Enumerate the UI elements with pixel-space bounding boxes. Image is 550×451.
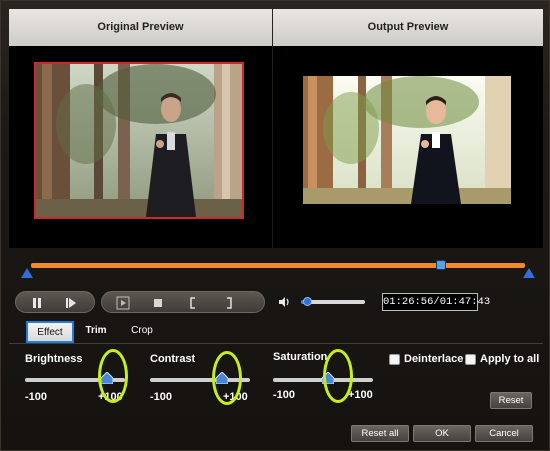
reset-all-button[interactable]: Reset all (351, 425, 409, 442)
saturation-min-label: -100 (273, 389, 296, 401)
stop-icon (154, 299, 162, 307)
set-start-button[interactable] (186, 296, 200, 310)
output-preview-header: Output Preview (273, 9, 543, 46)
stop-button[interactable] (151, 296, 165, 310)
deinterlace-label: Deinterlace (404, 353, 464, 365)
speaker-icon (279, 297, 289, 307)
trim-start-marker[interactable] (21, 268, 33, 278)
brightness-min-label: -100 (25, 391, 48, 403)
apply-to-all-checkbox[interactable] (465, 354, 476, 365)
step-forward-icon (66, 298, 76, 308)
effect-editor-window: Original Preview Output Preview 01:26:56… (0, 0, 550, 451)
pause-icon (33, 298, 41, 308)
timeline[interactable] (9, 253, 543, 281)
trim-end-marker[interactable] (523, 268, 535, 278)
original-preview-title: Original Preview (97, 21, 184, 33)
volume-slider-knob[interactable] (303, 297, 313, 306)
ok-button[interactable]: OK (413, 425, 471, 442)
bracket-right-icon (227, 297, 232, 309)
play-framed-icon (116, 296, 130, 310)
step-forward-button[interactable] (64, 296, 78, 310)
bracket-left-icon (190, 297, 195, 309)
highlight-circle-brightness (98, 349, 128, 403)
timeline-track[interactable] (31, 263, 525, 268)
contrast-min-label: -100 (150, 391, 173, 403)
preview-frame-button[interactable] (116, 296, 130, 310)
output-video-frame (303, 62, 511, 218)
timeline-playhead[interactable] (436, 260, 447, 270)
original-preview-pane (9, 46, 272, 248)
tab-crop[interactable]: Crop (125, 321, 159, 343)
output-preview-title: Output Preview (367, 21, 449, 33)
saturation-label: Saturation (273, 351, 328, 363)
edit-controls-group (101, 291, 265, 313)
brightness-label: Brightness (25, 353, 83, 365)
contrast-label: Contrast (150, 353, 196, 365)
output-video-image (303, 62, 511, 218)
playback-controls-group (15, 291, 95, 313)
saturation-max-label: +100 (348, 389, 373, 401)
original-video-image (36, 64, 242, 217)
set-end-button[interactable] (222, 296, 236, 310)
output-preview-pane (273, 46, 543, 248)
deinterlace-checkbox[interactable] (389, 354, 400, 365)
volume-button[interactable] (277, 295, 291, 309)
apply-to-all-label: Apply to all (480, 353, 540, 365)
highlight-circle-saturation (323, 349, 353, 403)
pause-button[interactable] (30, 296, 44, 310)
original-video-frame[interactable] (34, 62, 244, 219)
highlight-circle-contrast (212, 351, 242, 405)
original-preview-header: Original Preview (9, 9, 272, 46)
tab-effect[interactable]: Effect (26, 321, 74, 343)
reset-button[interactable]: Reset (490, 392, 532, 409)
time-display: 01:26:56/01:47:43 (382, 293, 490, 311)
cancel-button[interactable]: Cancel (475, 425, 533, 442)
volume-slider[interactable] (301, 297, 365, 306)
tab-trim[interactable]: Trim (81, 321, 111, 343)
